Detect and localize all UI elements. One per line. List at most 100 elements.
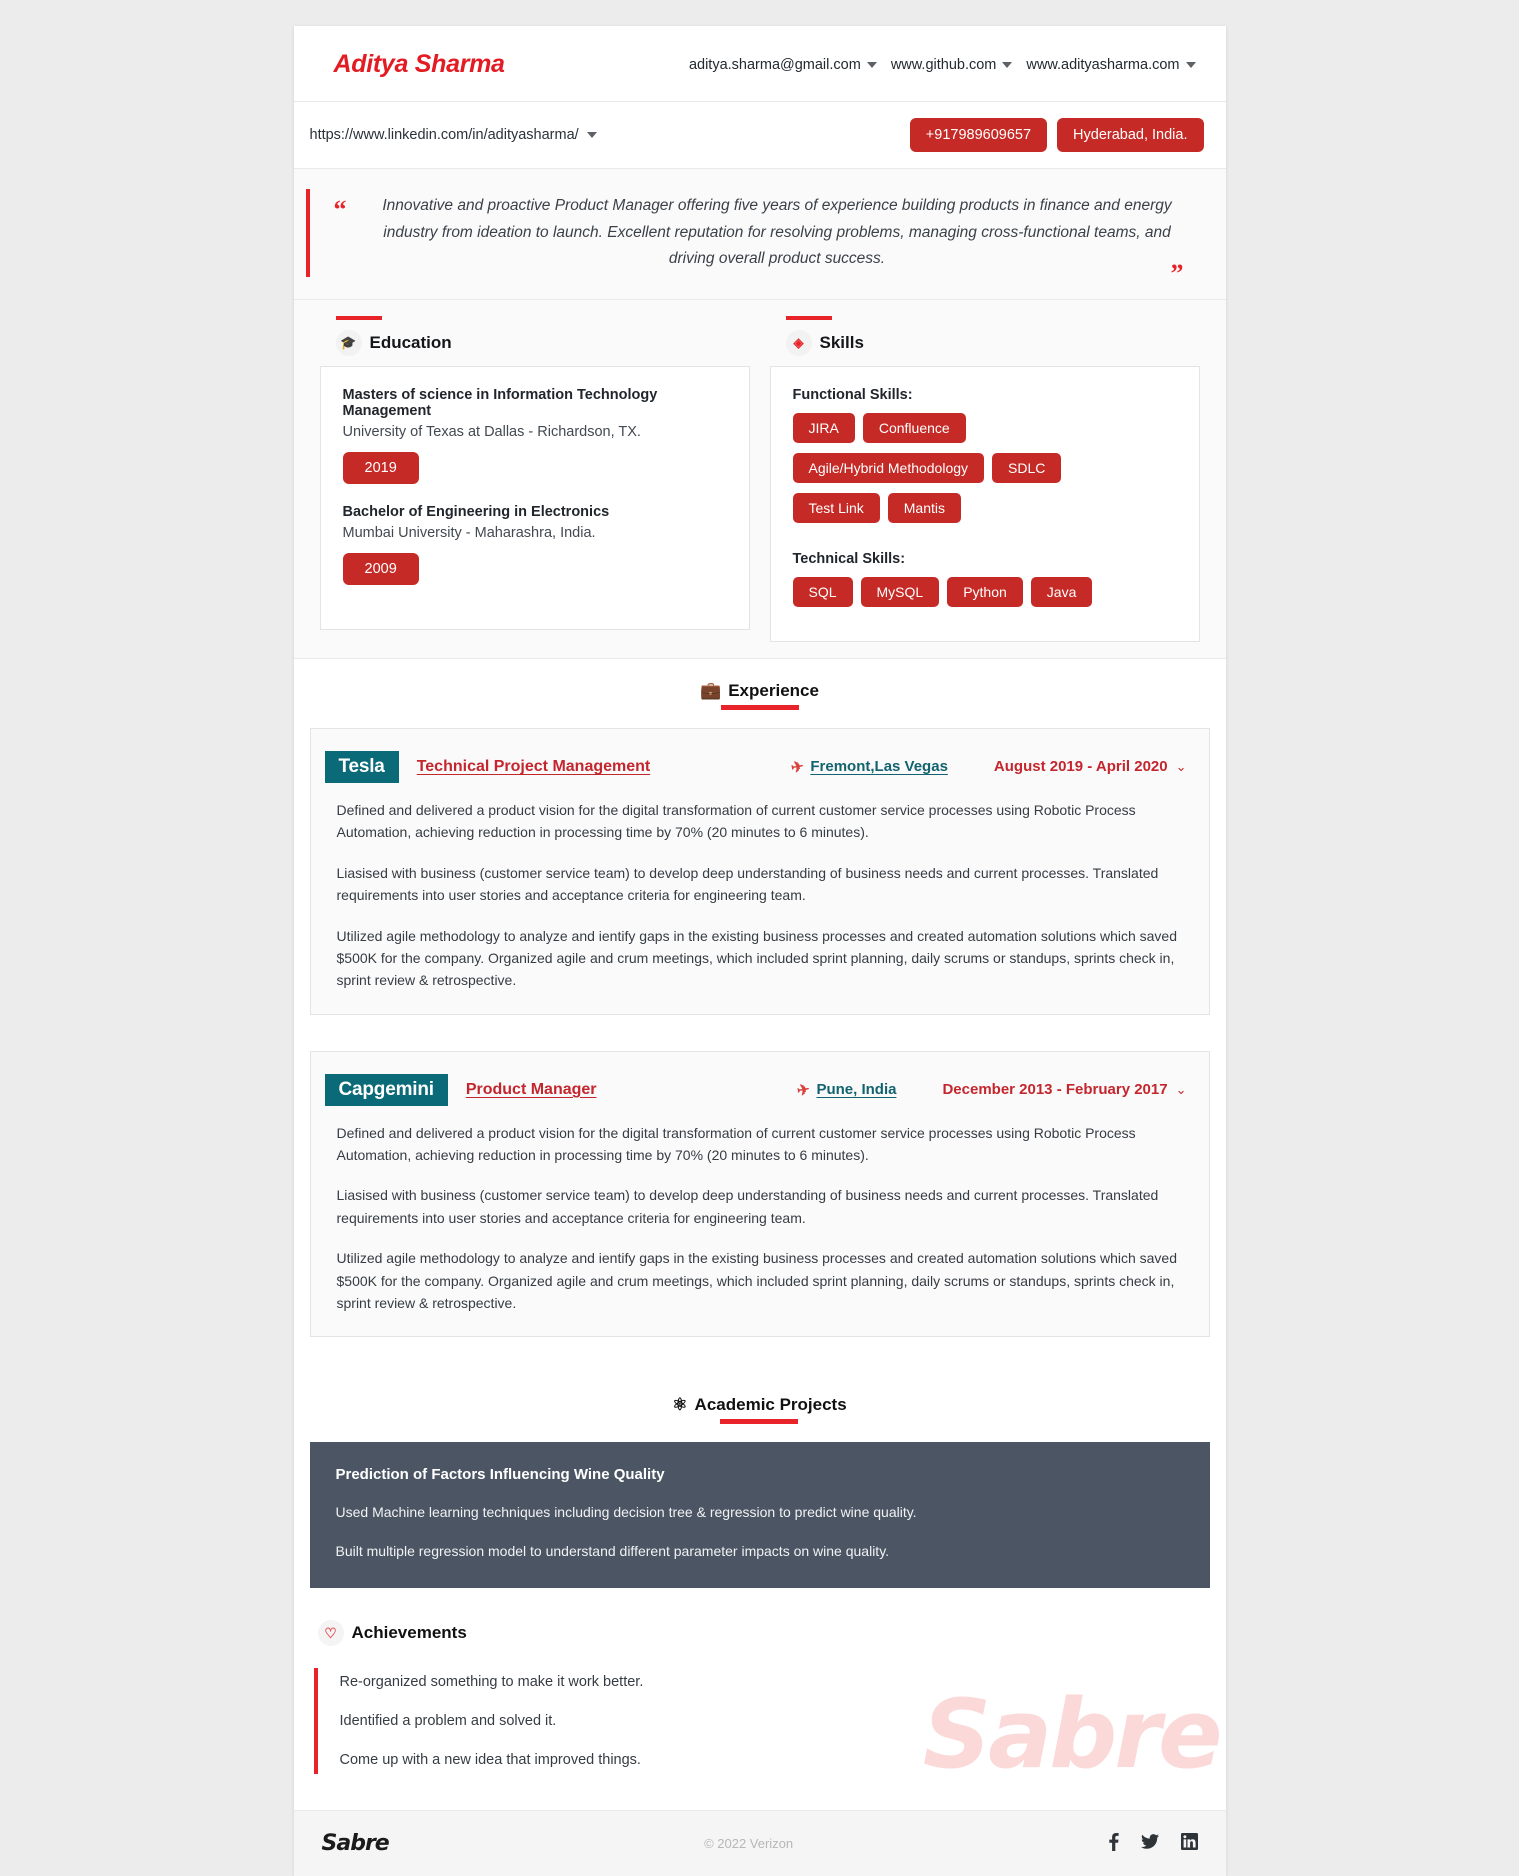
education-item: Bachelor of Engineering in Electronics M… [342,504,727,605]
projects-title-row: ⚛ Academic Projects [672,1395,846,1415]
skills-heading: ◈ Skills [766,300,1204,366]
job-role[interactable]: Technical Project Management [417,758,651,776]
facebook-icon[interactable] [1108,1832,1119,1855]
summary-text: Innovative and proactive Product Manager… [382,197,1172,268]
education-degree: Masters of science in Information Techno… [342,386,658,419]
job-bullet: Liasised with business (customer service… [336,1187,1159,1226]
experience-item-header: Capgemini Product Manager ✈ Pune, India … [324,1070,1195,1122]
functional-skills-row: JIRA Confluence [792,412,1177,443]
resume-footer: Sabre © 2022 Verizon [293,1810,1226,1876]
header-link-email-label: aditya.sharma@gmail.com [688,56,861,73]
linkedin-link[interactable]: https://www.linkedin.com/in/adityasharma… [310,127,597,143]
company-logo: Tesla [324,750,399,783]
footer-logo: Sabre [321,1831,390,1857]
achievement-item: Come up with a new idea that improved th… [339,1752,641,1769]
project-item: Prediction of Factors Influencing Wine Q… [309,1442,1210,1589]
job-location-label: Fremont,Las Vegas [810,758,948,776]
technical-skills-row: SQL MySQL Python Java [792,576,1177,607]
close-quote-icon: ” [1170,258,1184,288]
project-title: Prediction of Factors Influencing Wine Q… [335,1466,665,1484]
chevron-down-icon[interactable] [1185,61,1196,68]
achievements-list: Re-organized something to make it work b… [313,1668,1210,1775]
projects-rule [720,1419,799,1425]
header-link-email[interactable]: aditya.sharma@gmail.com [689,57,877,73]
chevron-down-icon[interactable]: ⌄ [1176,759,1187,775]
education-title: Education [369,332,452,352]
experience-title: Experience [728,680,819,700]
education-skills-row: 🎓 Education Masters of science in Inform… [293,299,1226,659]
education-school: University of Texas at Dallas - Richards… [342,423,641,440]
skill-tag[interactable]: SDLC [992,452,1062,483]
education-year-badge[interactable]: 2019 [342,451,419,484]
experience-item: Capgemini Product Manager ✈ Pune, India … [309,1050,1210,1338]
footer-social-links [1108,1832,1198,1855]
education-year-badge[interactable]: 2009 [342,552,419,585]
experience-item-header: Tesla Technical Project Management ✈ Fre… [324,747,1195,799]
skills-spacer [793,533,1177,551]
skill-tag[interactable]: JIRA [792,412,855,443]
skill-tag[interactable]: Test Link [792,492,880,523]
skills-cluster-icon: ◈ [785,329,812,356]
projects-title: Academic Projects [694,1395,847,1415]
job-location-label: Pune, India [816,1081,897,1099]
resume-header: Aditya Sharma aditya.sharma@gmail.com ww… [293,26,1226,102]
footer-copyright: © 2022 Verizon [704,1836,794,1852]
skills-rule [785,315,832,320]
skills-title-row: ◈ Skills [785,329,1204,356]
header-link-github[interactable]: www.github.com [891,57,1013,73]
skill-tag[interactable]: Python [947,576,1023,607]
education-card: Masters of science in Information Techno… [319,365,750,630]
job-bullet: Defined and delivered a product vision f… [336,1124,1136,1164]
briefcase-icon: 💼 [700,680,722,700]
graduation-cap-icon: 🎓 [335,329,362,356]
skills-card: Functional Skills: JIRA Confluence Agile… [769,365,1200,642]
job-dates-label: August 2019 - April 2020 [993,758,1168,776]
education-heading: 🎓 Education [316,300,754,366]
open-quote-icon: “ [333,195,347,224]
skill-tag[interactable]: MySQL [860,576,940,607]
experience-heading: 💼 Experience [294,659,1226,728]
skill-tag[interactable]: Mantis [887,492,961,523]
location-badge[interactable]: Hyderabad, India. [1057,118,1204,152]
experience-title-row: 💼 Experience [700,681,819,701]
chevron-down-icon[interactable] [586,132,597,138]
plane-icon: ✈ [795,1080,811,1100]
company-logo: Capgemini [324,1073,448,1106]
skill-tag[interactable]: Agile/Hybrid Methodology [792,452,985,483]
resume-document: Aditya Sharma aditya.sharma@gmail.com ww… [293,26,1226,1876]
header-link-website-label: www.adityasharma.com [1026,56,1180,73]
chevron-down-icon[interactable] [1002,61,1013,68]
page-background: Aditya Sharma aditya.sharma@gmail.com ww… [0,0,1519,1876]
education-column: 🎓 Education Masters of science in Inform… [310,300,760,642]
linkedin-url-label: https://www.linkedin.com/in/adityasharma… [309,127,579,143]
molecule-icon: ⚛ [672,1395,688,1415]
project-bullet: Used Machine learning techniques includi… [335,1504,917,1521]
education-rule [335,315,382,320]
skill-tag[interactable]: Confluence [862,412,966,443]
functional-skills-label: Functional Skills: [792,386,913,403]
education-item: Masters of science in Information Techno… [342,386,727,504]
chevron-down-icon[interactable] [866,61,877,68]
linkedin-icon[interactable] [1180,1833,1198,1854]
skill-tag[interactable]: Java [1030,576,1093,607]
job-dates[interactable]: December 2013 - February 2017 ⌄ [942,1081,1194,1098]
candidate-name: Aditya Sharma [333,50,505,78]
job-location[interactable]: ✈ Fremont,Las Vegas [789,758,948,777]
job-role[interactable]: Product Manager [466,1081,597,1099]
job-bullet: Defined and delivered a product vision f… [336,801,1136,841]
job-location[interactable]: ✈ Pune, India [795,1080,897,1100]
job-dates[interactable]: August 2019 - April 2020 ⌄ [994,758,1195,775]
skills-column: ◈ Skills Functional Skills: JIRA Conflue… [760,300,1210,642]
job-bullet: Liasised with business (customer service… [336,864,1159,904]
phone-badge[interactable]: +917989609657 [909,118,1048,152]
projects-list: Prediction of Factors Influencing Wine Q… [293,1442,1226,1589]
header-link-website[interactable]: www.adityasharma.com [1026,56,1196,73]
skill-tag[interactable]: SQL [792,576,853,607]
experience-rule [720,704,799,710]
education-title-row: 🎓 Education [335,329,754,356]
achievements-section: ♡ Achievements Sabre Re-organized someth… [293,1588,1226,1790]
twitter-icon[interactable] [1140,1834,1159,1853]
projects-heading: ⚛ Academic Projects [294,1373,1226,1442]
achievement-item: Re-organized something to make it work b… [339,1674,644,1691]
chevron-down-icon[interactable]: ⌄ [1176,1082,1187,1098]
